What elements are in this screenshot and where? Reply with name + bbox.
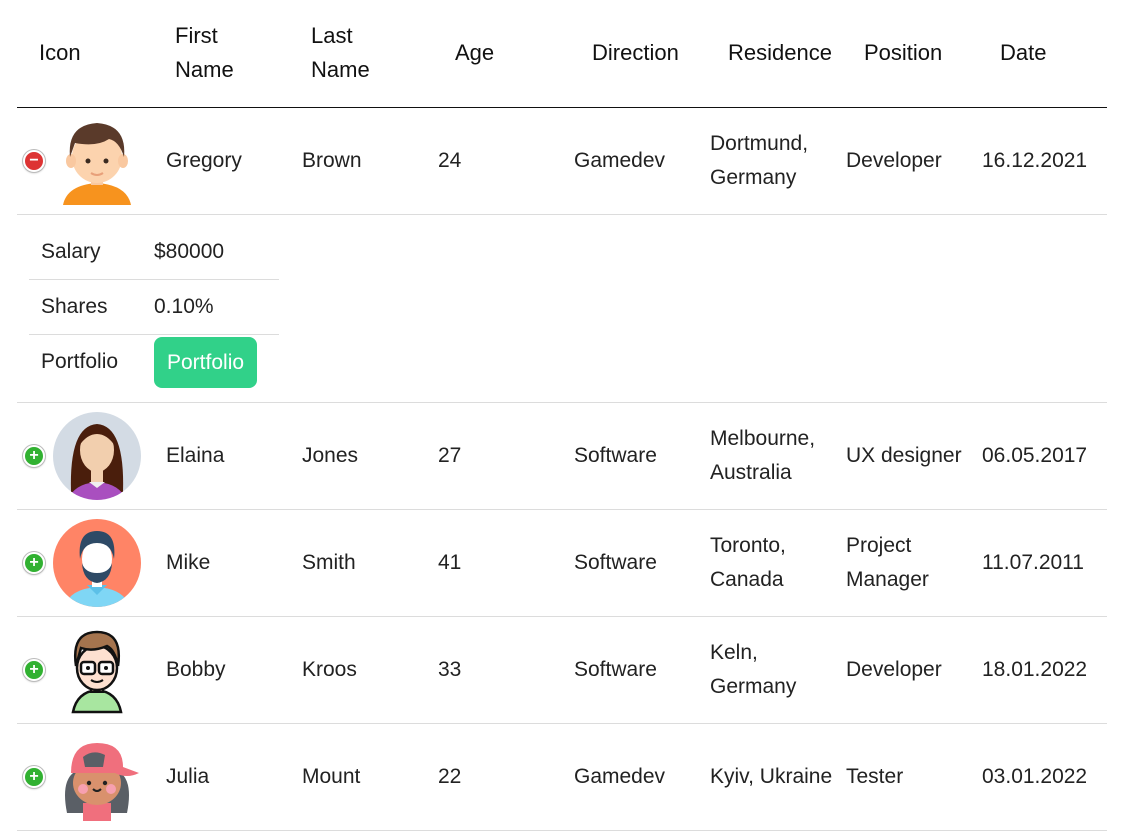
bearded-man-avatar-icon (53, 518, 141, 607)
direction-cell: Gamedev (561, 723, 697, 831)
first-name-cell: Julia (153, 723, 289, 831)
last-name-cell: Smith (289, 509, 425, 617)
last-name-cell: Brown (289, 107, 425, 215)
detail-salary-row: Salary $80000 (29, 224, 279, 280)
date-cell: 16.12.2021 (969, 107, 1107, 215)
position-cell: Tester (833, 723, 969, 831)
shares-value: 0.10% (142, 279, 279, 335)
last-name-cell: Jones (289, 402, 425, 510)
employee-table: Icon First Name Last Name Age Direction … (17, 0, 1107, 831)
age-cell: 22 (425, 723, 561, 831)
table-row[interactable]: + Mike Smith 41 Software Toronto, Canada… (17, 509, 1107, 617)
header-row: Icon First Name Last Name Age Direction … (17, 0, 1107, 108)
icon-cell: + (17, 509, 153, 617)
detail-table: Salary $80000 Shares 0.10% Portfolio Por… (29, 224, 279, 390)
residence-cell: Keln, Germany (697, 616, 833, 724)
detail-portfolio-row: Portfolio Portfolio (29, 335, 279, 390)
first-name-cell: Elaina (153, 402, 289, 510)
cap-girl-avatar-icon (65, 742, 139, 821)
date-cell: 06.05.2017 (969, 402, 1107, 510)
collapse-row-button[interactable]: − (23, 149, 45, 172)
expand-row-button[interactable]: + (23, 765, 45, 788)
minus-icon: − (29, 151, 39, 169)
salary-label: Salary (29, 224, 142, 280)
date-cell: 11.07.2011 (969, 509, 1107, 617)
shares-label: Shares (29, 279, 142, 335)
header-residence: Residence (697, 0, 833, 108)
position-cell: Developer (833, 107, 969, 215)
last-name-cell: Kroos (289, 616, 425, 724)
employee-table-container: Icon First Name Last Name Age Direction … (17, 0, 1107, 831)
glasses-man-avatar-icon (71, 630, 123, 713)
detail-cell: Salary $80000 Shares 0.10% Portfolio Por… (17, 214, 1107, 403)
direction-cell: Gamedev (561, 107, 697, 215)
position-cell: UX designer (833, 402, 969, 510)
boy-avatar-icon (63, 122, 131, 205)
expand-row-button[interactable]: + (23, 551, 45, 574)
direction-cell: Software (561, 402, 697, 510)
first-name-cell: Gregory (153, 107, 289, 215)
last-name-cell: Mount (289, 723, 425, 831)
residence-cell: Toronto, Canada (697, 509, 833, 617)
icon-cell: − (17, 107, 153, 215)
table-row[interactable]: + Elaina Jones 27 Software Melbourne, Au… (17, 402, 1107, 510)
residence-cell: Melbourne, Australia (697, 402, 833, 510)
age-cell: 27 (425, 402, 561, 510)
woman-avatar-icon (53, 411, 141, 500)
plus-icon: + (29, 767, 39, 785)
icon-cell: + (17, 723, 153, 831)
residence-cell: Dortmund, Germany (697, 107, 833, 215)
expand-row-button[interactable]: + (23, 658, 45, 681)
salary-value: $80000 (142, 224, 279, 280)
icon-cell: + (17, 402, 153, 510)
age-cell: 24 (425, 107, 561, 215)
plus-icon: + (29, 446, 39, 464)
position-cell: Project Manager (833, 509, 969, 617)
position-cell: Developer (833, 616, 969, 724)
direction-cell: Software (561, 509, 697, 617)
detail-row: Salary $80000 Shares 0.10% Portfolio Por… (17, 214, 1107, 403)
detail-shares-row: Shares 0.10% (29, 279, 279, 335)
header-date: Date (969, 0, 1107, 108)
age-cell: 41 (425, 509, 561, 617)
header-icon: Icon (17, 0, 153, 108)
date-cell: 18.01.2022 (969, 616, 1107, 724)
first-name-cell: Mike (153, 509, 289, 617)
portfolio-button[interactable]: Portfolio (154, 336, 258, 388)
direction-cell: Software (561, 616, 697, 724)
table-row[interactable]: + Bobby Kroos 33 Software Keln, Germany … (17, 616, 1107, 724)
portfolio-label: Portfolio (41, 350, 119, 374)
plus-icon: + (29, 660, 39, 678)
table-row[interactable]: + Julia Mount 22 Gamedev Kyiv, Ukraine T… (17, 723, 1107, 831)
date-cell: 03.01.2022 (969, 723, 1107, 831)
header-first-name: First Name (153, 0, 289, 108)
portfolio-cell: Portfolio (142, 335, 279, 390)
header-age: Age (425, 0, 561, 108)
plus-icon: + (29, 553, 39, 571)
residence-cell: Kyiv, Ukraine (697, 723, 833, 831)
header-direction: Direction (561, 0, 697, 108)
first-name-cell: Bobby (153, 616, 289, 724)
age-cell: 33 (425, 616, 561, 724)
icon-cell: + (17, 616, 153, 724)
expand-row-button[interactable]: + (23, 444, 45, 467)
table-row[interactable]: − Gregory Brown 24 Gamedev Dortmund, Ger… (17, 107, 1107, 215)
header-last-name: Last Name (289, 0, 425, 108)
header-position: Position (833, 0, 969, 108)
